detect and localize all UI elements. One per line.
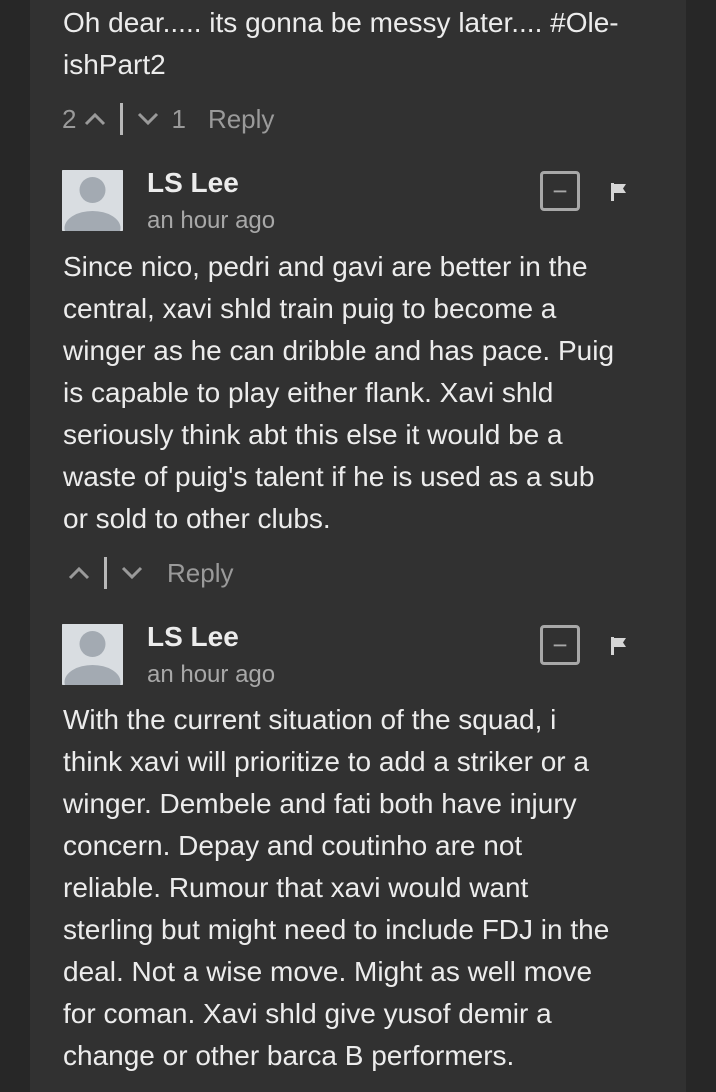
comment-text: Since nico, pedri and gavi are better in… bbox=[63, 251, 615, 534]
avatar[interactable] bbox=[62, 170, 123, 231]
vote-divider bbox=[104, 557, 107, 589]
chevron-down-icon[interactable] bbox=[137, 112, 159, 126]
comment-text: With the current situation of the squad,… bbox=[63, 704, 610, 1071]
chevron-up-icon[interactable] bbox=[68, 566, 90, 580]
comment-timestamp[interactable]: an hour ago bbox=[147, 661, 275, 689]
downvote-count: 1 bbox=[171, 103, 186, 134]
chevron-up-icon[interactable] bbox=[84, 112, 106, 126]
comment-actions: 2 1 Reply bbox=[62, 99, 274, 139]
comment-timestamp[interactable]: an hour ago bbox=[147, 207, 275, 235]
comment-author[interactable]: LS Lee bbox=[147, 621, 239, 653]
vote-divider bbox=[120, 103, 124, 135]
reply-button[interactable]: Reply bbox=[167, 558, 233, 589]
flag-icon[interactable] bbox=[608, 181, 630, 203]
reply-button[interactable]: Reply bbox=[208, 104, 274, 135]
chevron-down-icon[interactable] bbox=[121, 566, 143, 580]
comment-actions: Reply bbox=[62, 553, 233, 593]
collapse-button[interactable]: − bbox=[540, 625, 580, 665]
default-user-avatar-icon bbox=[62, 624, 123, 685]
flag-icon[interactable] bbox=[608, 635, 630, 657]
default-user-avatar-icon bbox=[62, 170, 123, 231]
upvote-count: 2 bbox=[62, 103, 77, 134]
collapse-button[interactable]: − bbox=[540, 171, 580, 211]
avatar[interactable] bbox=[62, 624, 123, 685]
comment-author[interactable]: LS Lee bbox=[147, 167, 239, 199]
comment-text: Oh dear..... its gonna be messy later...… bbox=[63, 7, 619, 80]
